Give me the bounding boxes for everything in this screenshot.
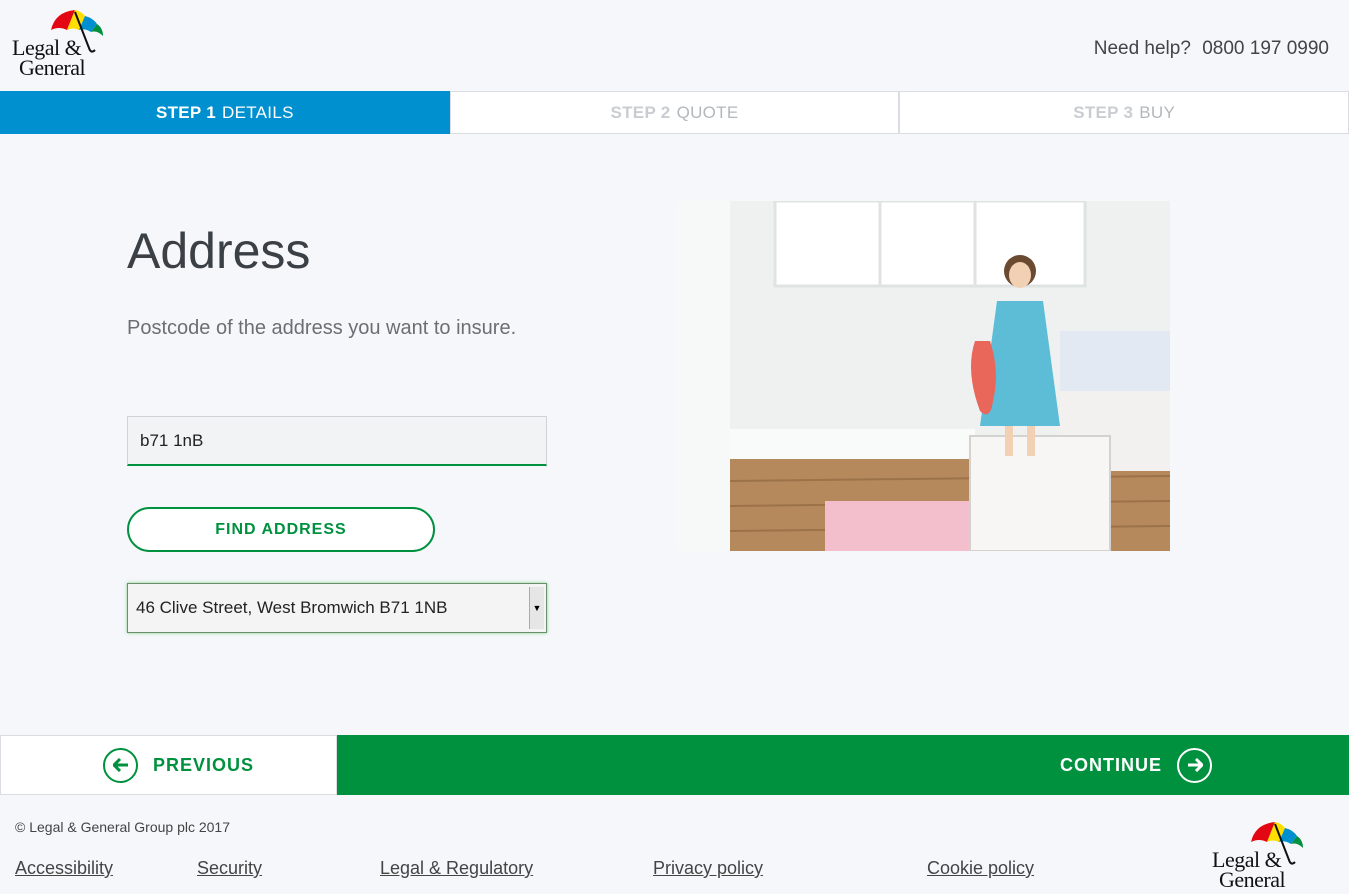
step-navigation: PREVIOUS CONTINUE — [0, 735, 1349, 795]
step-number: STEP 1 — [155, 102, 217, 122]
footer-link-accessibility[interactable]: Accessibility — [15, 858, 113, 879]
step-number: STEP 2 — [610, 102, 671, 122]
arrow-left-circle-icon — [103, 747, 138, 783]
previous-label: PREVIOUS — [153, 754, 255, 775]
footer-link-legal-regulatory[interactable]: Legal & Regulatory — [380, 858, 533, 879]
step-label: BUY — [1139, 102, 1176, 122]
child-in-bedroom-photo — [675, 201, 1170, 551]
logo-wordmark: Legal & General — [1212, 847, 1286, 892]
selected-address: 46 Clive Street, West Bromwich B71 1NB — [136, 598, 448, 617]
arrow-right-circle-icon — [1177, 747, 1212, 783]
page-title: Address — [127, 223, 311, 279]
help-label: Need help? — [1093, 38, 1191, 59]
help-phone[interactable]: 0800 197 0990 — [1202, 38, 1329, 59]
postcode-input[interactable] — [127, 416, 547, 466]
dropdown-arrow-icon[interactable]: ▼ — [529, 587, 544, 629]
step-buy: STEP 3 BUY — [899, 91, 1349, 134]
footer-link-security[interactable]: Security — [197, 858, 262, 879]
step-label: QUOTE — [676, 102, 739, 122]
footer-link-cookie-policy[interactable]: Cookie policy — [927, 858, 1034, 879]
continue-label: CONTINUE — [1060, 754, 1162, 775]
page-header: Legal & General Need help? 0800 197 0990 — [0, 0, 1349, 91]
progress-steps: STEP 1 DETAILS STEP 2 QUOTE STEP 3 BUY — [0, 91, 1349, 134]
find-address-button[interactable]: FIND ADDRESS — [127, 507, 435, 552]
footer-logo[interactable]: Legal & General — [1210, 820, 1305, 892]
previous-button[interactable]: PREVIOUS — [0, 735, 337, 795]
footer-link-privacy-policy[interactable]: Privacy policy — [653, 858, 763, 879]
step-quote: STEP 2 QUOTE — [449, 91, 900, 134]
copyright-text: © Legal & General Group plc 2017 — [15, 819, 231, 835]
step-details: STEP 1 DETAILS — [0, 91, 450, 134]
hero-image — [675, 201, 1170, 551]
address-select[interactable]: 46 Clive Street, West Bromwich B71 1NB ▼ — [127, 583, 547, 633]
step-number: STEP 3 — [1073, 102, 1134, 122]
legal-general-logo[interactable]: Legal & General — [10, 8, 105, 80]
help-contact: Need help? 0800 197 0990 — [1094, 38, 1329, 60]
continue-button[interactable]: CONTINUE — [337, 735, 1349, 795]
logo-wordmark: Legal & General — [12, 35, 86, 80]
postcode-prompt: Postcode of the address you want to insu… — [127, 317, 517, 339]
step-label: DETAILS — [222, 102, 294, 122]
